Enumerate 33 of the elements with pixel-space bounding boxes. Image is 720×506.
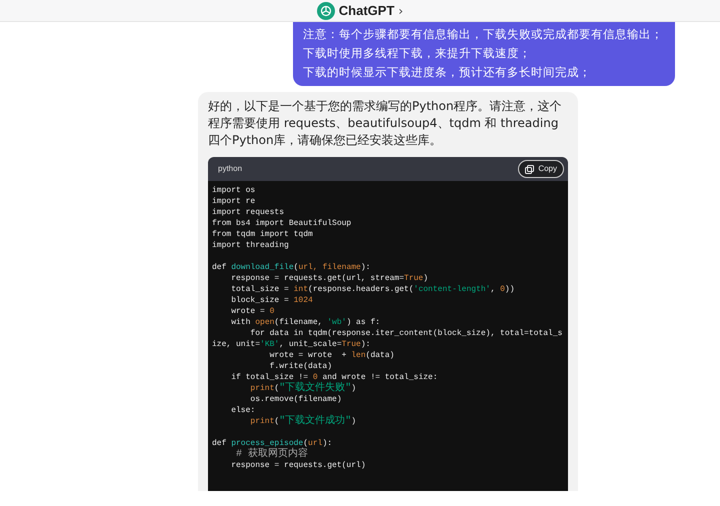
copy-icon <box>525 164 534 174</box>
code-line: def process_episode(url): <box>212 438 334 448</box>
code-line: ize, unit='KB', unit_scale=True): <box>212 339 372 350</box>
code-line: with open(filename, 'wb') as f: <box>230 317 382 328</box>
code-line: response = requests.get(url, stream=True) <box>230 273 430 284</box>
code-line: os.remove(filename) <box>249 394 343 405</box>
code-line: f.write(data) <box>268 361 334 372</box>
code-line: else: <box>230 405 256 416</box>
assistant-message-text: 好的，以下是一个基于您的需求编写的Python程序。请注意，这个程序需要使用 requests、beautifulsoup4、tqdm 和 threading 四个Python库，请确保您已经安装这些库。 <box>208 98 563 149</box>
code-line: import re <box>212 196 256 207</box>
code-line: if total_size != 0 and wrote != total_size: <box>230 372 439 382</box>
message-line: 下载的时候显示下载进度条，预计还有多长时间完成； <box>303 64 592 81</box>
code-line: def download_file(url, filename): <box>212 262 372 273</box>
app-title: ChatGPT <box>338 2 394 20</box>
chevron-icon[interactable]: › <box>398 2 404 20</box>
code-line: # 获取网页内容 <box>235 449 310 460</box>
code-line: from tqdm import tqdm <box>212 229 314 240</box>
code-line: print("下载文件成功") <box>249 416 358 427</box>
code-line: wrote = wrote + len(data) <box>268 350 396 361</box>
code-line: import os <box>212 185 256 196</box>
code-line: for data in tqdm(response.iter_content(block_size), total=total_s <box>249 328 564 339</box>
code-line: total_size = int(response.headers.get('content-length', 0)) <box>230 284 516 295</box>
message-line: 注意：每个步骤都要有信息输出，下载失败或完成都要有信息输出； <box>303 26 664 43</box>
code-line: wrote = 0 <box>230 306 276 317</box>
code-language-label: python <box>218 163 242 175</box>
code-line: print("下载文件失败") <box>249 383 358 394</box>
code-line: import requests <box>212 207 286 218</box>
code-line: from bs4 import BeautifulSoup <box>212 218 352 229</box>
code-line: block_size = 1024 <box>230 295 314 306</box>
code-line: import threading <box>212 240 290 251</box>
message-line: 下载时使用多线程下载，来提升下载速度； <box>303 45 532 62</box>
code-line: response = requests.get(url) <box>230 460 367 471</box>
copy-button[interactable]: Copy <box>518 160 564 178</box>
